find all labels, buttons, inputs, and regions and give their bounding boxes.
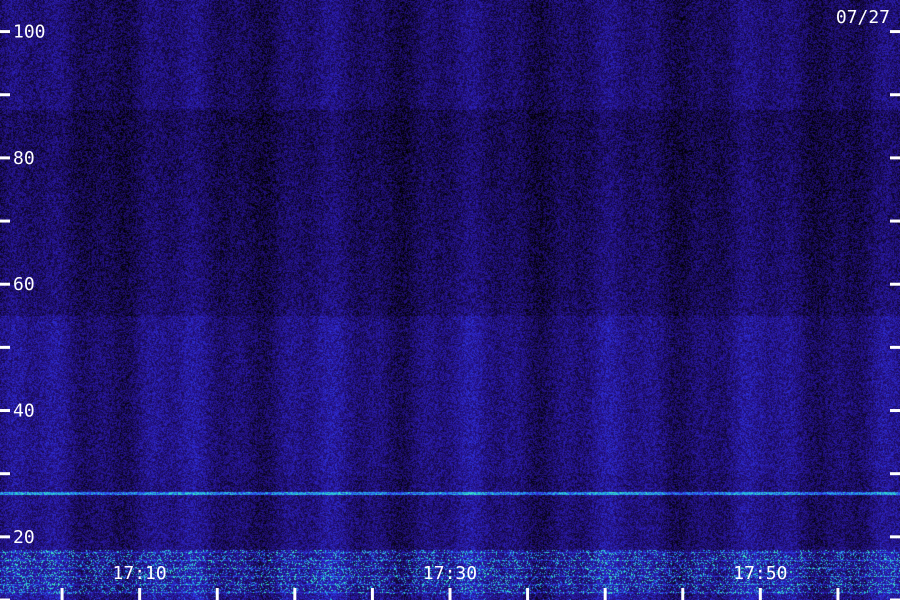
- y-tick-label: 80: [13, 148, 35, 169]
- x-tick-label: 17:30: [423, 563, 477, 584]
- date-label: 07/27: [836, 7, 890, 28]
- axes-overlay: 20 40 60 80 100 17:10 17:30 17:50 07/27: [0, 7, 900, 600]
- x-tick-label: 17:50: [733, 563, 787, 584]
- y-tick-label: 60: [13, 274, 35, 295]
- y-tick-label: 100: [13, 22, 46, 43]
- x-axis-ticks: 17:10 17:30 17:50: [60, 563, 840, 600]
- y-axis-ticks: 20 40 60 80 100: [0, 22, 900, 600]
- y-tick-label: 20: [13, 527, 35, 548]
- y-tick-label: 40: [13, 401, 35, 422]
- x-tick-label: 17:10: [113, 563, 167, 584]
